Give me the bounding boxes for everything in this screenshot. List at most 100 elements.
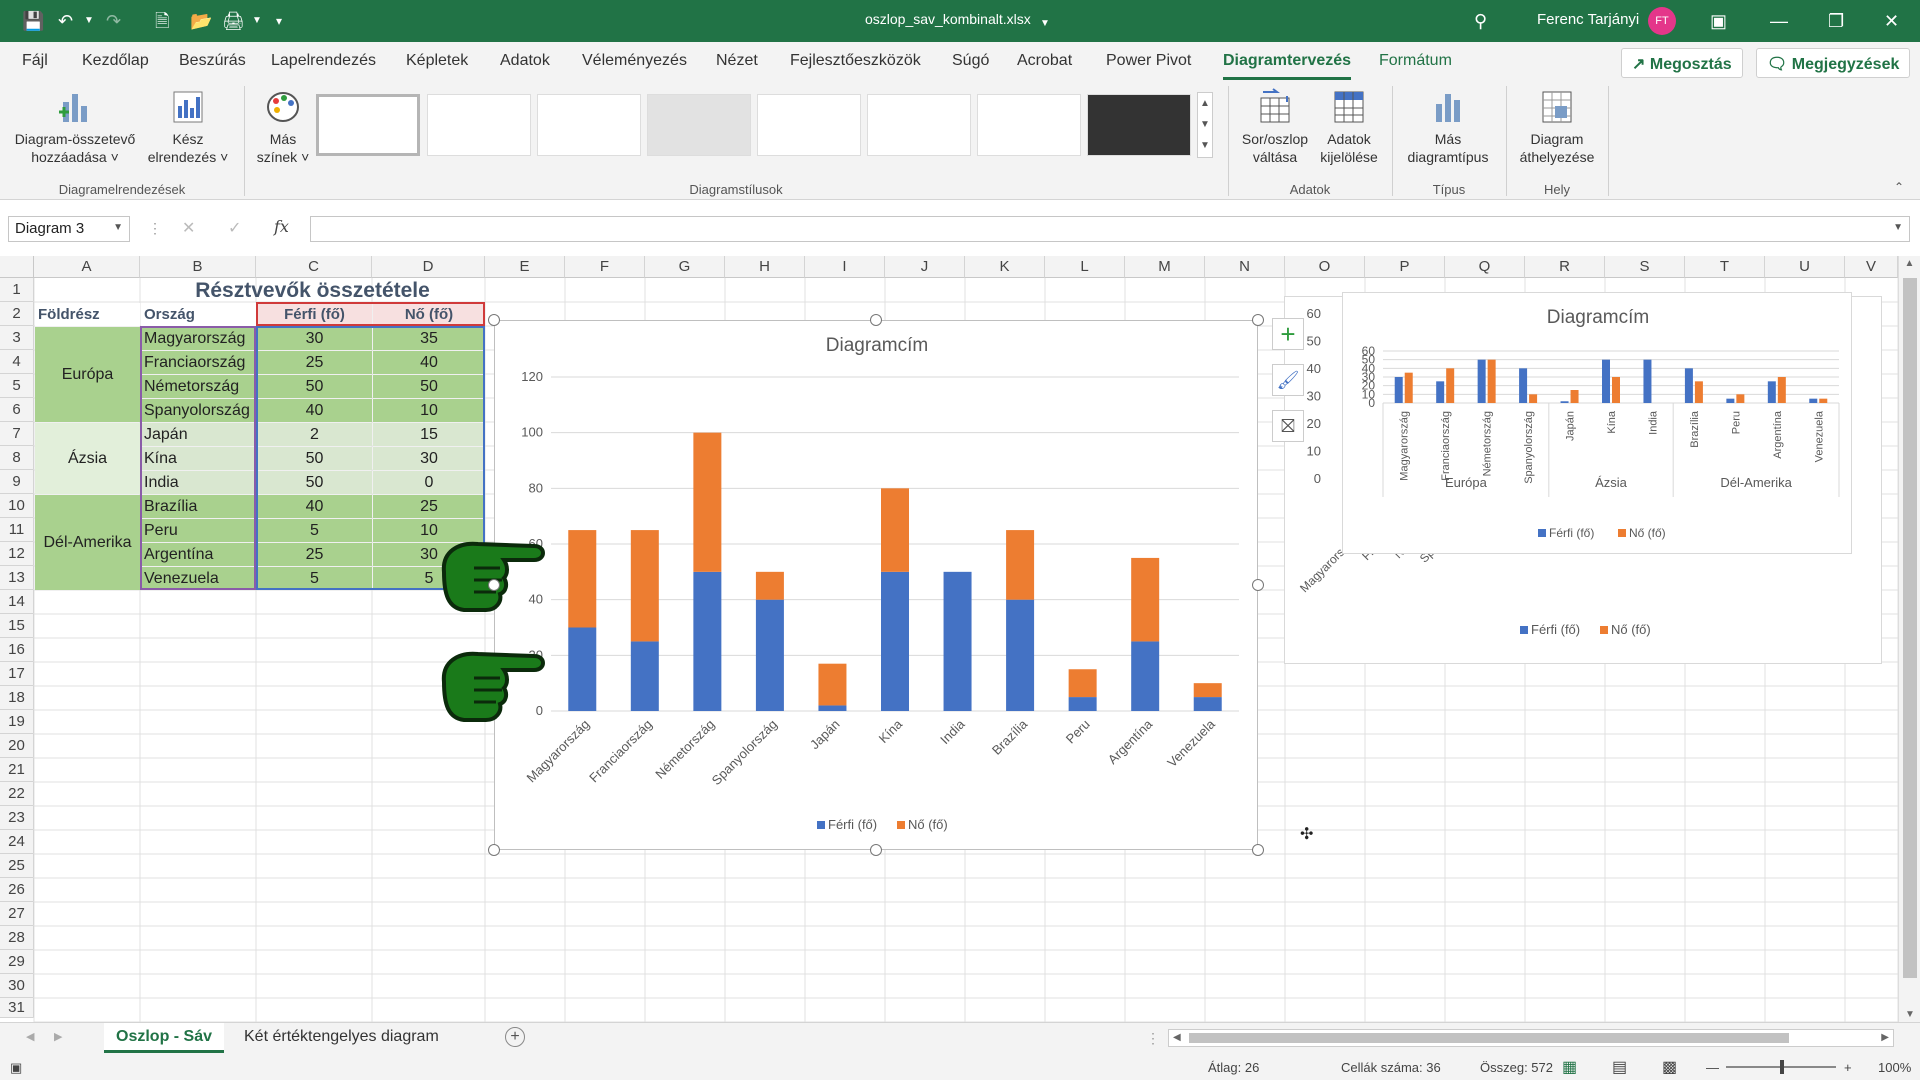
tab-split-icon[interactable]: ⋮ xyxy=(1146,1030,1160,1047)
female-count-cell[interactable]: 30 xyxy=(373,447,485,470)
scroll-thumb[interactable] xyxy=(1903,278,1917,978)
undo-icon[interactable]: ↶ xyxy=(58,9,73,33)
macro-record-icon[interactable]: ▣ xyxy=(10,1060,22,1076)
country-cell[interactable]: India xyxy=(141,471,256,494)
next-sheet-icon[interactable]: ▶ xyxy=(54,1030,62,1043)
tab-format[interactable]: Formátum xyxy=(1379,52,1452,70)
continent-cell[interactable]: Dél-Amerika xyxy=(35,495,140,590)
change-colors-button[interactable]: Más színek ˅ xyxy=(250,88,316,166)
female-count-cell[interactable]: 0 xyxy=(373,471,485,494)
tab-view[interactable]: Nézet xyxy=(716,52,758,70)
page-break-view-icon[interactable]: ▩ xyxy=(1662,1057,1677,1077)
country-cell[interactable]: Spanyolország xyxy=(141,399,256,422)
zoom-in-icon[interactable]: + xyxy=(1844,1060,1852,1075)
chart-style-8[interactable] xyxy=(1087,94,1191,156)
country-cell[interactable]: Németország xyxy=(141,375,256,398)
print-dropdown-icon[interactable]: ▼ xyxy=(252,9,262,33)
table-header-cell[interactable]: Nő (fő) xyxy=(373,303,485,326)
scroll-down-icon[interactable]: ▼ xyxy=(1899,1009,1920,1020)
table-header-cell[interactable]: Ország xyxy=(141,303,256,326)
male-count-cell[interactable]: 30 xyxy=(257,327,372,350)
tab-help[interactable]: Súgó xyxy=(952,52,989,70)
country-cell[interactable]: Argentína xyxy=(141,543,256,566)
tab-home[interactable]: Kezdőlap xyxy=(82,52,149,70)
table-header-cell[interactable]: Földrész xyxy=(35,303,140,326)
resize-handle[interactable] xyxy=(870,314,882,326)
chart-filters-button[interactable]: ⛝ xyxy=(1272,410,1304,442)
resize-handle[interactable] xyxy=(870,844,882,856)
save-icon[interactable]: 💾 xyxy=(22,9,44,33)
zoom-slider-thumb[interactable] xyxy=(1780,1060,1784,1074)
new-file-icon[interactable]: 🗎 xyxy=(155,9,169,33)
chart-style-6[interactable] xyxy=(867,94,971,156)
country-cell[interactable]: Kína xyxy=(141,447,256,470)
user-name[interactable]: Ferenc Tarjányi xyxy=(1537,11,1639,28)
open-folder-icon[interactable]: 📂 xyxy=(190,9,212,33)
collapse-ribbon-icon[interactable]: ⌃ xyxy=(1894,180,1904,194)
sheet-tab-ket-ertektengelyes[interactable]: Két értéktengelyes diagram xyxy=(232,1023,451,1053)
scroll-up-icon[interactable]: ▲ xyxy=(1198,93,1212,114)
resize-handle[interactable] xyxy=(488,844,500,856)
female-count-cell[interactable]: 15 xyxy=(373,423,485,446)
chart-style-5[interactable] xyxy=(757,94,861,156)
table-header-cell[interactable]: Férfi (fő) xyxy=(257,303,372,326)
tab-power-pivot[interactable]: Power Pivot xyxy=(1106,52,1191,70)
horizontal-scrollbar[interactable]: ◀ ▶ xyxy=(1168,1029,1894,1047)
chart-style-7[interactable] xyxy=(977,94,1081,156)
tab-chart-design[interactable]: Diagramtervezés xyxy=(1223,52,1352,80)
ribbon-display-options-icon[interactable]: ▣ xyxy=(1710,9,1727,33)
male-count-cell[interactable]: 50 xyxy=(257,471,372,494)
tab-acrobat[interactable]: Acrobat xyxy=(1017,52,1072,70)
move-chart-button[interactable]: Diagram áthelyezése xyxy=(1512,88,1602,166)
male-count-cell[interactable]: 5 xyxy=(257,519,372,542)
female-count-cell[interactable]: 10 xyxy=(373,399,485,422)
normal-view-icon[interactable]: ▦ xyxy=(1562,1057,1577,1077)
avatar[interactable]: FT xyxy=(1648,7,1676,35)
country-cell[interactable]: Magyarország xyxy=(141,327,256,350)
zoom-level[interactable]: 100% xyxy=(1878,1060,1911,1075)
tab-formulas[interactable]: Képletek xyxy=(406,52,468,70)
search-icon[interactable]: ⚲ xyxy=(1474,9,1487,33)
name-box-dropdown-icon[interactable]: ▼ xyxy=(113,222,123,233)
name-box[interactable]: Diagram 3 ▼ xyxy=(8,216,130,242)
styles-scroll[interactable]: ▲ ▼ ▼ xyxy=(1197,92,1213,158)
female-count-cell[interactable]: 50 xyxy=(373,375,485,398)
male-count-cell[interactable]: 2 xyxy=(257,423,372,446)
country-cell[interactable]: Franciaország xyxy=(141,351,256,374)
resize-handle[interactable] xyxy=(1252,314,1264,326)
resize-handle[interactable] xyxy=(1252,579,1264,591)
chart-style-4[interactable] xyxy=(647,94,751,156)
insert-function-icon[interactable]: fx xyxy=(274,217,289,236)
female-count-cell[interactable]: 35 xyxy=(373,327,485,350)
chart-elements-button[interactable]: + xyxy=(1272,318,1304,350)
resize-handle[interactable] xyxy=(488,579,500,591)
chart-style-3[interactable] xyxy=(537,94,641,156)
tab-file[interactable]: Fájl xyxy=(22,52,48,70)
scroll-right-icon[interactable]: ▶ xyxy=(1881,1032,1889,1043)
page-layout-view-icon[interactable]: ▤ xyxy=(1612,1057,1627,1077)
vertical-scrollbar[interactable]: ▲ ▼ xyxy=(1898,256,1920,1022)
zoom-out-icon[interactable]: — xyxy=(1706,1060,1719,1075)
female-count-cell[interactable]: 40 xyxy=(373,351,485,374)
quick-layout-button[interactable]: Kész elrendezés ˅ xyxy=(142,88,234,166)
country-cell[interactable]: Japán xyxy=(141,423,256,446)
select-data-button[interactable]: Adatok kijelölése xyxy=(1316,88,1382,166)
tab-page-layout[interactable]: Lapelrendezés xyxy=(271,52,376,70)
customize-toolbar-icon[interactable]: ▾ xyxy=(276,9,282,33)
male-count-cell[interactable]: 25 xyxy=(257,543,372,566)
male-count-cell[interactable]: 25 xyxy=(257,351,372,374)
male-count-cell[interactable]: 40 xyxy=(257,399,372,422)
tab-insert[interactable]: Beszúrás xyxy=(179,52,246,70)
scroll-left-icon[interactable]: ◀ xyxy=(1173,1032,1181,1043)
expand-formula-icon[interactable]: ▼ xyxy=(1893,222,1903,233)
minimize-icon[interactable]: — xyxy=(1770,9,1788,33)
comments-button[interactable]: 🗨 Megjegyzések xyxy=(1756,48,1911,78)
worksheet-grid[interactable]: ABCDEFGHIJKLMNOPQRSTUV 1 2 3 4 5 6 7 8 9 10 11 12 13… xyxy=(0,256,1920,1022)
print-preview-icon[interactable]: 🖨 xyxy=(222,9,245,33)
add-chart-element-button[interactable]: Diagram-összetevő hozzáadása ˅ xyxy=(10,88,140,166)
change-chart-type-button[interactable]: Más diagramtípus xyxy=(1398,88,1498,166)
h-scroll-thumb[interactable] xyxy=(1189,1033,1789,1043)
chart-main[interactable]: Diagramcím020406080100120MagyarországFra… xyxy=(494,320,1258,850)
resize-handle[interactable] xyxy=(1252,844,1264,856)
tab-developer[interactable]: Fejlesztőeszközök xyxy=(790,52,921,70)
